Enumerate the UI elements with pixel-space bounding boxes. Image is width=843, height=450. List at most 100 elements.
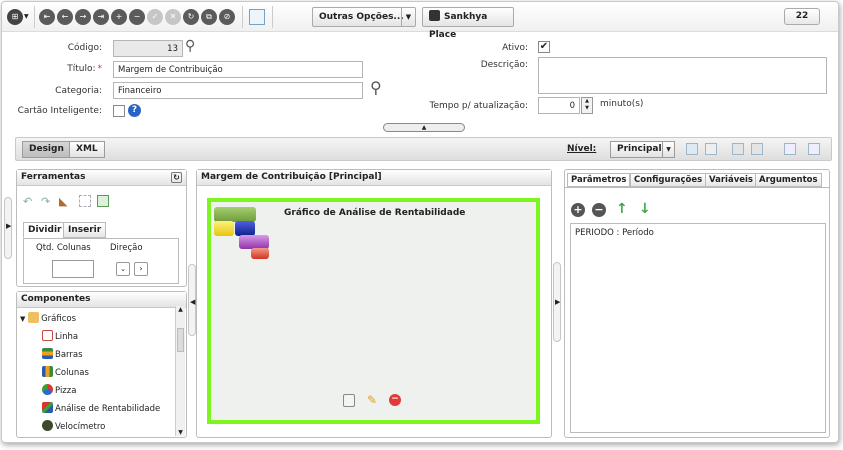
add-level-icon[interactable] — [686, 143, 698, 155]
tree-item-analise[interactable]: Análise de Rentabilidade — [42, 402, 160, 416]
design-bar: Design XML Nível: Principal ▼ — [15, 137, 832, 161]
tree-item-label: Colunas — [55, 368, 89, 378]
toolbar-separator — [34, 6, 35, 28]
direction-horizontal-icon[interactable]: › — [134, 262, 148, 276]
scroll-up-icon[interactable]: ▲ — [176, 306, 185, 313]
tree-view-icon[interactable] — [784, 143, 796, 155]
add-param-icon[interactable]: + — [571, 203, 585, 217]
paint-icon[interactable]: ◣ — [59, 195, 71, 208]
qtd-colunas-field[interactable] — [52, 260, 94, 278]
canvas-header: Margem de Contribuição [Principal] — [197, 170, 551, 186]
layout-block-yellow[interactable] — [214, 221, 234, 236]
ativo-label: Ativo: — [502, 43, 528, 53]
duplicate-icon[interactable]: ⧉ — [201, 9, 217, 25]
scroll-thumb[interactable] — [177, 328, 184, 352]
ativo-checkbox[interactable]: ✔ — [538, 41, 550, 53]
ferramentas-header: Ferramentas ↻ — [17, 170, 186, 186]
properties-icon[interactable] — [808, 143, 820, 155]
tab-dividir[interactable]: Dividir — [23, 222, 67, 238]
first-record-icon[interactable]: ⇤ — [39, 9, 55, 25]
descricao-field[interactable] — [538, 57, 827, 94]
tempo-unit: minuto(s) — [600, 99, 644, 109]
tab-design[interactable]: Design — [22, 141, 71, 158]
expand-right-icon[interactable]: ▶ — [555, 298, 560, 306]
remove-param-icon[interactable]: − — [592, 203, 606, 217]
tree-item-velocimetro[interactable]: Velocímetro — [42, 420, 105, 434]
grid-menu-caret-icon[interactable]: ▼ — [24, 13, 29, 20]
redo-icon[interactable]: ↷ — [41, 195, 53, 208]
tempo-field[interactable]: 0 — [538, 97, 580, 114]
tab-argumentos[interactable]: Argumentos — [755, 173, 822, 187]
descricao-label: Descrição: — [480, 60, 528, 70]
tree-item-linha[interactable]: Linha — [42, 330, 78, 344]
next-record-icon[interactable]: → — [75, 9, 91, 25]
list-item[interactable]: PERIODO : Período — [575, 228, 654, 238]
scroll-down-icon[interactable]: ▼ — [176, 429, 185, 436]
sankhya-place-button[interactable]: Sankhya Place — [422, 7, 514, 40]
save-record-icon[interactable]: ✓ — [147, 9, 163, 25]
search-icon[interactable]: ⚲ — [185, 38, 195, 54]
toolbar-separator — [242, 6, 243, 28]
tree-item-label: Barras — [55, 350, 83, 360]
refresh-icon[interactable]: ↻ — [183, 9, 199, 25]
outras-opcoes-label: Outras Opções... — [319, 12, 404, 22]
tab-parametros[interactable]: Parâmetros — [567, 173, 631, 187]
collapse-left-icon[interactable]: ◀ — [190, 298, 195, 306]
tempo-stepper[interactable]: ▲ ▼ — [581, 97, 593, 114]
layout-block-red[interactable] — [251, 248, 269, 259]
outras-opcoes-button[interactable]: Outras Opções... ▼ — [312, 7, 416, 27]
grid-icon[interactable] — [97, 195, 109, 207]
copy-icon[interactable] — [732, 143, 744, 155]
chart-drop-area[interactable]: Gráfico de Análise de Rentabilidade ✎ − — [207, 198, 540, 424]
layout-block-blue[interactable] — [235, 221, 255, 236]
help-icon[interactable]: ? — [128, 104, 141, 117]
componentes-title: Componentes — [21, 294, 91, 304]
tab-variaveis[interactable]: Variáveis — [705, 173, 757, 187]
componentes-panel: Componentes ▼ Gráficos Linha Barras Colu… — [16, 291, 187, 438]
move-down-icon[interactable]: ↓ — [639, 201, 651, 217]
direcao-label: Direção — [110, 243, 143, 253]
right-properties-panel: Parâmetros Configurações Variáveis Argum… — [564, 169, 830, 438]
disable-icon[interactable]: ⊘ — [219, 9, 235, 25]
add-record-icon[interactable]: + — [111, 9, 127, 25]
tab-inserir[interactable]: Inserir — [63, 222, 107, 238]
tree-root-graficos[interactable]: ▼ Gráficos — [20, 312, 76, 326]
componentes-scrollbar[interactable]: ▲ ▼ — [175, 306, 185, 436]
tree-root-label: Gráficos — [41, 314, 77, 324]
dividir-content: Qtd. Colunas Direção ⌄ › — [23, 238, 179, 284]
codigo-field[interactable]: 13 — [113, 40, 183, 57]
delete-icon[interactable]: − — [389, 394, 401, 406]
collapse-form-button[interactable]: ▲ — [383, 123, 465, 132]
previous-record-icon[interactable]: ← — [57, 9, 73, 25]
layout-block-purple[interactable] — [239, 235, 269, 249]
move-up-icon[interactable]: ↑ — [616, 201, 628, 217]
frame-icon[interactable] — [79, 195, 91, 207]
grid-menu-icon[interactable]: ⊞ — [7, 9, 23, 25]
remove-level-icon[interactable] — [705, 143, 717, 155]
layout-block-green[interactable] — [214, 207, 256, 222]
tree-item-colunas[interactable]: Colunas — [42, 366, 89, 380]
cartao-checkbox[interactable] — [113, 105, 125, 117]
categoria-field[interactable]: Financeiro — [113, 82, 363, 99]
expand-down-icon[interactable]: ▼ — [20, 315, 25, 323]
notification-badge[interactable]: 22 — [784, 8, 820, 25]
paste-icon[interactable] — [751, 143, 763, 155]
remove-record-icon[interactable]: − — [129, 9, 145, 25]
tab-configuracoes[interactable]: Configurações — [630, 173, 707, 187]
titulo-field[interactable]: Margem de Contribuição — [113, 61, 363, 78]
search-icon[interactable]: ⚲ — [370, 78, 382, 97]
nivel-select[interactable]: Principal ▼ — [610, 141, 675, 158]
tab-xml[interactable]: XML — [69, 141, 105, 158]
properties-icon[interactable] — [343, 394, 355, 407]
last-record-icon[interactable]: ⇥ — [93, 9, 109, 25]
table-view-icon[interactable] — [249, 9, 265, 25]
cancel-record-icon[interactable]: ✕ — [165, 9, 181, 25]
expand-right-icon[interactable]: ▶ — [6, 222, 11, 230]
direction-vertical-icon[interactable]: ⌄ — [116, 262, 130, 276]
param-list[interactable]: PERIODO : Período — [570, 223, 826, 433]
edit-pencil-icon[interactable]: ✎ — [367, 393, 377, 407]
refresh-icon[interactable]: ↻ — [171, 172, 182, 183]
tree-item-barras[interactable]: Barras — [42, 348, 83, 362]
undo-icon[interactable]: ↶ — [23, 195, 35, 208]
tree-item-pizza[interactable]: Pizza — [42, 384, 76, 398]
